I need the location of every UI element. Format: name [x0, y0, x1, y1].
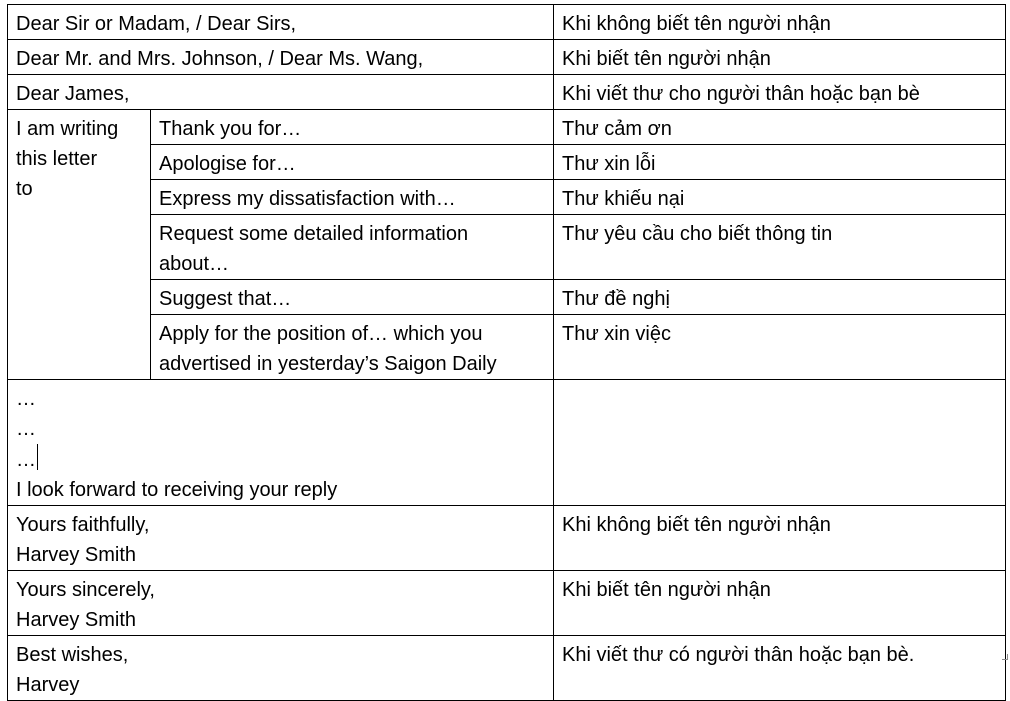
table-row: Dear Sir or Madam, / Dear Sirs, Khi khôn… — [6, 4, 1007, 40]
note-cell: Thư xin lỗi — [553, 144, 1007, 180]
writing-lead-cell: I am writing this letter to — [7, 109, 151, 380]
phrase-cell: Dear Sir or Madam, / Dear Sirs, — [6, 4, 555, 40]
note-cell: Thư xin việc — [553, 314, 1007, 380]
purpose-cell: Express my dissatisfaction with… — [149, 179, 555, 215]
closing-cell: Best wishes, Harvey — [6, 635, 555, 701]
closing-cell: Yours faithfully, Harvey Smith — [6, 505, 555, 571]
purpose-text: Request some detailed information — [159, 223, 469, 245]
note-text: Thư đề nghị — [562, 288, 670, 310]
note-text: Thư xin lỗi — [562, 153, 656, 175]
purpose-cell: Request some detailed information about… — [149, 214, 555, 280]
table-row: Request some detailed information about…… — [8, 214, 1007, 280]
closing-cell: Yours sincerely, Harvey Smith — [6, 570, 555, 636]
lead-line: to — [16, 178, 33, 200]
purpose-text: advertised in yesterday’s Saigon Daily — [159, 353, 497, 375]
signature-line: Harvey Smith — [16, 544, 137, 566]
body-cell[interactable]: … … … I look forward to receiving your r… — [6, 379, 555, 506]
note-cell: Thư đề nghị — [553, 279, 1007, 315]
note-text: Thư xin việc — [562, 323, 671, 345]
note-text: Thư khiếu nại — [562, 188, 685, 210]
signature-line: Harvey — [16, 674, 80, 696]
body-closing-line: I look forward to receiving your reply — [16, 479, 338, 501]
table-row: Suggest that… Thư đề nghị — [8, 279, 1007, 315]
table-row: Apply for the position of… which you adv… — [8, 314, 1007, 380]
note-text: Thư cảm ơn — [562, 118, 672, 140]
lead-line: I am writing — [16, 118, 119, 140]
purpose-text: Express my dissatisfaction with… — [159, 188, 456, 210]
note-cell-empty — [553, 379, 1007, 506]
closing-line: Yours faithfully, — [16, 514, 150, 536]
note-text: Khi viết thư có người thân hoặc bạn bè. — [562, 644, 915, 666]
ellipsis-text: … — [16, 449, 36, 471]
table-row: Yours sincerely, Harvey Smith Khi biết t… — [6, 570, 1007, 636]
purpose-text: Suggest that… — [159, 288, 292, 310]
ellipsis-line: … — [16, 444, 545, 475]
note-cell: Khi viết thư cho người thân hoặc bạn bè — [553, 74, 1007, 110]
closing-line: Best wishes, — [16, 644, 129, 666]
table-row: Best wishes, Harvey Khi viết thư có ngườ… — [6, 635, 1007, 701]
note-text: Khi viết thư cho người thân hoặc bạn bè — [562, 83, 920, 105]
note-text: Thư yêu cầu cho biết thông tin — [562, 223, 833, 245]
phrase-text: Dear Sir or Madam, / Dear Sirs, — [16, 13, 297, 35]
lead-line: this letter — [16, 148, 98, 170]
note-text: Khi biết tên người nhận — [562, 579, 771, 601]
note-cell: Khi không biết tên người nhận — [553, 4, 1007, 40]
note-cell: Khi biết tên người nhận — [553, 39, 1007, 75]
closing-line: Yours sincerely, — [16, 579, 155, 601]
table-row: Apologise for… Thư xin lỗi — [8, 144, 1007, 180]
purpose-cell: Apply for the position of… which you adv… — [149, 314, 555, 380]
phrase-text: Dear James, — [16, 83, 130, 105]
letter-phrases-table: Dear Sir or Madam, / Dear Sirs, Khi khôn… — [6, 4, 1007, 701]
phrase-text: Dear Mr. and Mrs. Johnson, / Dear Ms. Wa… — [16, 48, 424, 70]
purpose-cell: Suggest that… — [149, 279, 555, 315]
note-text: Khi không biết tên người nhận — [562, 514, 831, 536]
note-cell: Thư khiếu nại — [553, 179, 1007, 215]
ellipsis-line: … — [16, 418, 36, 440]
table-row: Dear Mr. and Mrs. Johnson, / Dear Ms. Wa… — [6, 39, 1007, 75]
table-row: Express my dissatisfaction with… Thư khi… — [8, 179, 1007, 215]
table-row: Dear James, Khi viết thư cho người thân … — [6, 74, 1007, 110]
note-text: Khi không biết tên người nhận — [562, 13, 831, 35]
purpose-text: Apologise for… — [159, 153, 296, 175]
note-cell: Khi viết thư có người thân hoặc bạn bè. — [553, 635, 1007, 701]
purpose-text: Thank you for… — [159, 118, 302, 140]
purpose-cell: Apologise for… — [149, 144, 555, 180]
signature-line: Harvey Smith — [16, 609, 137, 631]
purpose-text: about… — [159, 253, 230, 275]
note-cell: Thư cảm ơn — [553, 109, 1007, 145]
phrase-cell: Dear James, — [6, 74, 555, 110]
purpose-cell: Thank you for… — [149, 109, 555, 145]
purpose-text: Apply for the position of… which you — [159, 323, 483, 345]
table-row: Yours faithfully, Harvey Smith Khi không… — [6, 505, 1007, 571]
note-cell: Khi không biết tên người nhận — [553, 505, 1007, 571]
phrase-cell: Dear Mr. and Mrs. Johnson, / Dear Ms. Wa… — [6, 39, 555, 75]
text-cursor — [37, 444, 38, 470]
note-text: Khi biết tên người nhận — [562, 48, 771, 70]
ellipsis-line: … — [16, 388, 36, 410]
table-row: … … … I look forward to receiving your r… — [6, 379, 1007, 506]
resize-corner-mark — [1002, 654, 1008, 660]
note-cell: Khi biết tên người nhận — [553, 570, 1007, 636]
note-cell: Thư yêu cầu cho biết thông tin — [553, 214, 1007, 280]
table-row: I am writing this letter to Thank you fo… — [7, 109, 1007, 380]
